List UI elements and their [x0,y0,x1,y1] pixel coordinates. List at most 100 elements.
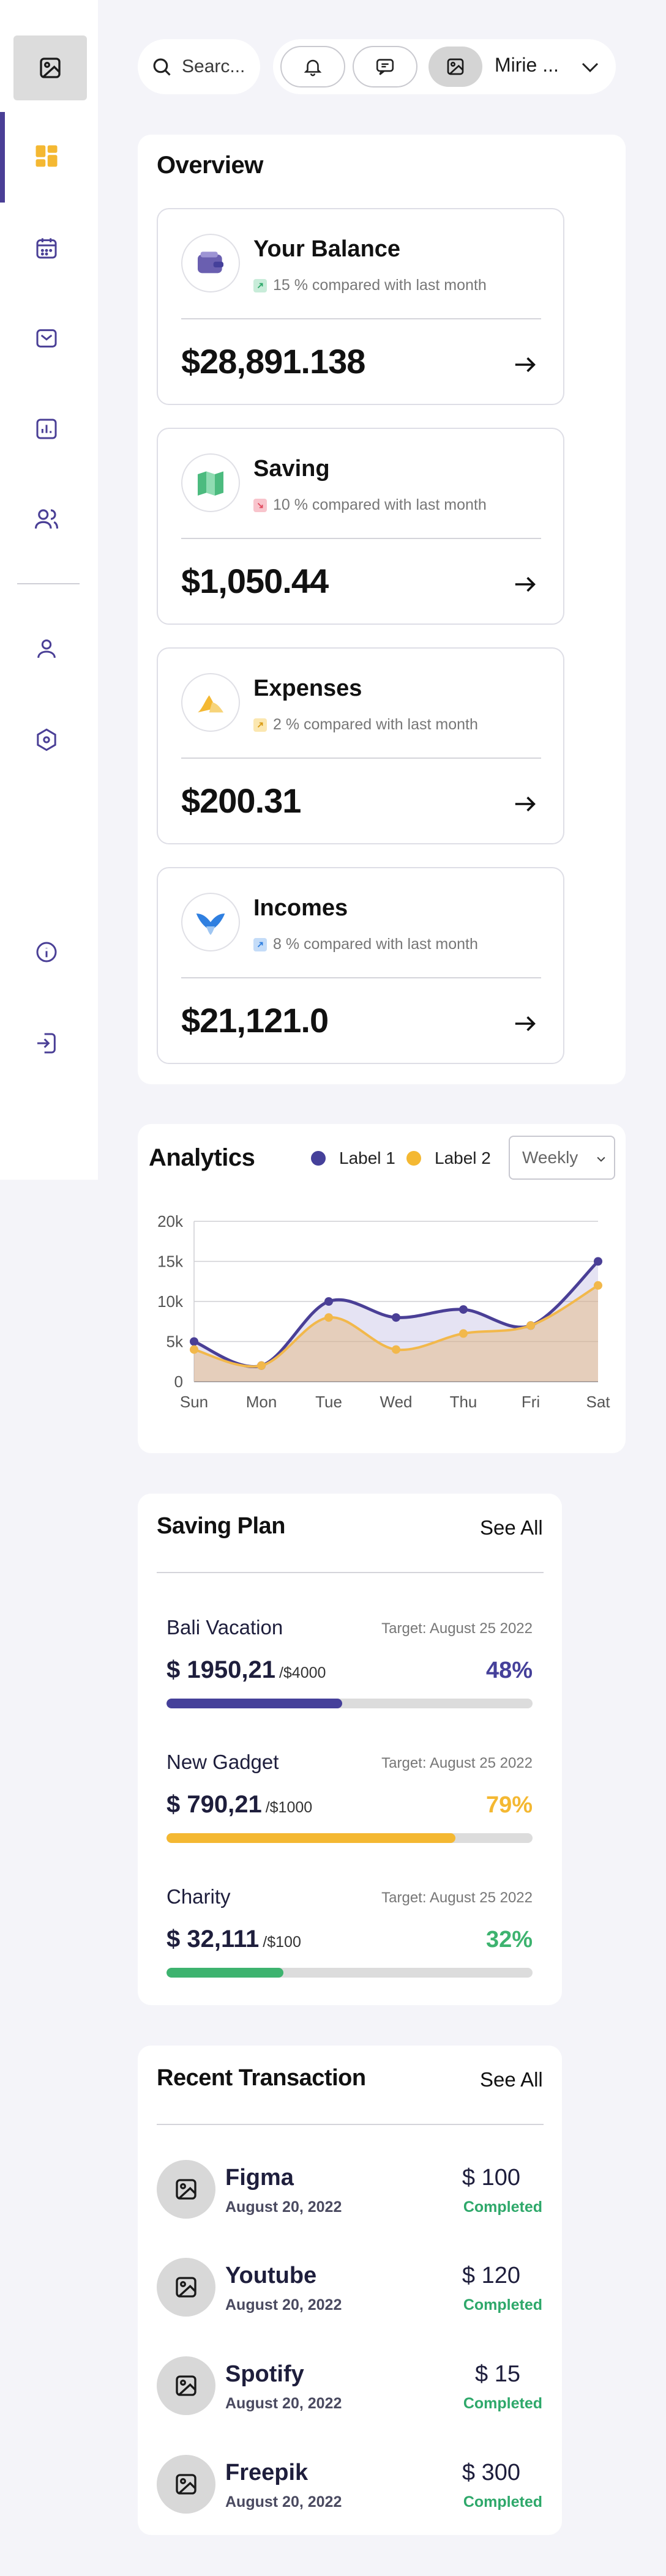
transaction-name: Spotify [225,2361,304,2387]
sidebar-item-logout[interactable] [33,1030,60,1057]
sidebar-item-calendar[interactable] [33,235,60,262]
image-icon [40,58,61,78]
stat-trend-text: 10 % compared with last month [273,496,487,513]
transaction-amount: $ 15 [475,2361,520,2387]
transaction-avatar [157,2356,215,2415]
image-icon [176,2375,196,2396]
plan-progress-bar [166,1968,533,1978]
period-select[interactable]: Weekly [509,1136,615,1180]
transaction-name: Figma [225,2165,294,2191]
saving-details-button[interactable] [512,573,539,598]
dashboard-icon [36,145,58,167]
stat-trend: 15 % compared with last month [253,277,487,294]
transaction-date: August 20, 2022 [225,2493,342,2511]
expenses-value: $200.31 [181,781,301,820]
arrow-right-icon [515,357,536,373]
transaction-status: Completed [463,2296,542,2314]
legend-swatch [406,1151,421,1166]
plan-target: Target: August 25 2022 [381,1755,533,1771]
sidebar-item-users[interactable] [33,505,60,532]
divider [157,2124,544,2125]
legend-item-2: Label 2 [406,1148,491,1168]
stat-title: Your Balance [253,236,401,262]
saving-card: Saving 10 % compared with last month $1,… [157,428,564,625]
plan-percent: 32% [485,1927,533,1952]
plan-progress-fill [166,1833,456,1843]
plan-percent: 79% [485,1792,533,1818]
transaction-amount: $ 300 [462,2460,520,2485]
sidebar-divider [17,583,80,584]
image-icon [176,2474,196,2495]
expenses-icon [181,673,240,732]
stat-trend: 2 % compared with last month [253,716,478,734]
data-point [190,1345,198,1354]
period-select-value: Weekly [522,1148,578,1167]
expenses-details-button[interactable] [512,793,539,818]
logo-image[interactable] [13,35,87,100]
transaction-date: August 20, 2022 [225,2198,342,2216]
plan-target: Target: August 25 2022 [381,1620,533,1637]
y-tick-label: 5k [166,1333,184,1351]
active-nav-indicator [0,112,5,203]
y-tick-label: 15k [157,1253,184,1271]
data-point [190,1337,198,1346]
overview-title: Overview [157,152,263,179]
divider [181,758,541,759]
plan-goal: /$1000 [265,1799,313,1816]
chat-icon [376,59,394,75]
stat-trend-text: 2 % compared with last month [273,716,478,733]
image-icon [176,2179,196,2200]
stat-trend-text: 15 % compared with last month [273,277,487,294]
plan-name: Bali Vacation [166,1616,283,1639]
plan-amount-value: $ 1950,21 [166,1656,275,1683]
incomes-value: $21,121.0 [181,1001,329,1040]
notifications-button[interactable] [280,46,345,87]
sidebar-item-settings[interactable] [33,726,60,753]
expenses-card: Expenses 2 % compared with last month $2… [157,647,564,844]
chart-icon [36,419,57,439]
incomes-details-button[interactable] [512,1013,539,1038]
search-input[interactable]: Searc... [182,56,245,77]
saving-icon [181,453,240,512]
transactions-see-all-link[interactable]: See All [480,2068,543,2091]
divider [157,1572,544,1573]
sidebar-item-info[interactable] [33,939,60,966]
sidebar-item-mail[interactable] [33,325,60,352]
transaction-avatar [157,2160,215,2219]
x-tick-label: Mon [246,1393,277,1411]
arrow-right-icon [515,576,536,592]
stat-trend: 8 % compared with last month [253,936,478,953]
plan-progress-bar [166,1699,533,1708]
transaction-name: Freepik [225,2460,309,2485]
avatar[interactable] [428,47,482,87]
transaction-avatar [157,2258,215,2317]
plan-goal: /$4000 [279,1664,326,1681]
saving-plan-see-all-link[interactable]: See All [480,1516,543,1539]
divider [181,318,541,319]
sidebar-item-dashboard[interactable] [33,143,60,169]
data-point [392,1313,400,1322]
analytics-chart: 0 5k 10k 15k 20k Sun Mon Tue Wed Thu Fri Sat [157,1212,610,1411]
wallet-icon [181,234,240,292]
trend-up-icon [253,937,267,951]
user-menu-toggle[interactable] [578,56,602,81]
x-tick-label: Tue [315,1393,342,1411]
plan-progress-fill [166,1968,284,1978]
saving-plan-title: Saving Plan [157,1513,285,1539]
balance-card: Your Balance 15 % compared with last mon… [157,208,564,405]
stat-title: Expenses [253,676,362,701]
balance-details-button[interactable] [512,354,539,379]
data-point [594,1257,602,1266]
user-name[interactable]: Mirie ... [495,54,559,76]
messages-button[interactable] [353,46,417,87]
plan-amount-value: $ 32,111 [166,1926,260,1952]
sidebar-item-profile[interactable] [33,635,60,662]
saving-value: $1,050.44 [181,562,329,600]
transaction-avatar [157,2455,215,2514]
data-point [459,1329,468,1338]
legend-label: Label 2 [435,1148,491,1167]
sidebar-item-reports[interactable] [33,415,60,442]
transaction-amount: $ 100 [462,2165,520,2191]
x-tick-label: Fri [522,1393,540,1411]
search-bar[interactable]: Searc... [138,39,260,94]
